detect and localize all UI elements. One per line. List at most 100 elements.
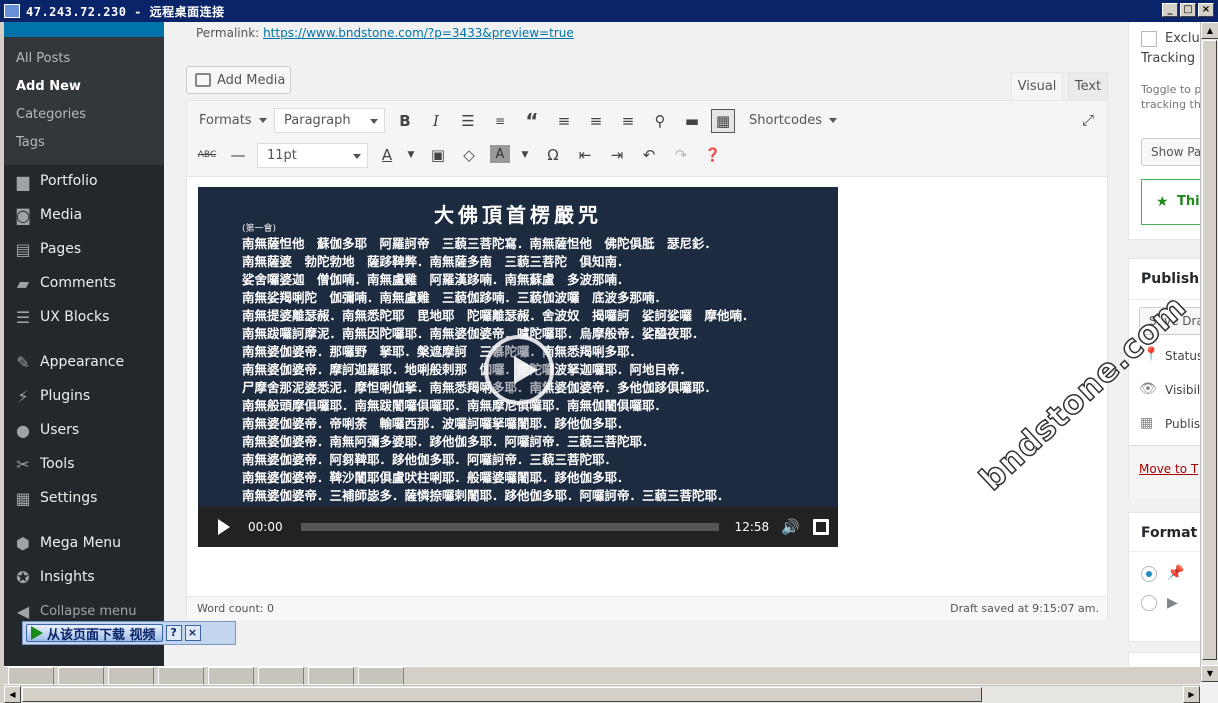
toggle-help-line1: Toggle to p <box>1141 83 1200 96</box>
sidebar-item-comments[interactable]: ▰ Comments <box>4 266 164 300</box>
sidebar-item-mega-menu[interactable]: ⬢ Mega Menu <box>4 526 164 560</box>
maximize-button[interactable]: □ <box>1180 3 1196 17</box>
taskbar-button[interactable] <box>108 667 154 685</box>
download-close-button[interactable]: × <box>184 625 201 641</box>
move-to-trash-link[interactable]: Move to T <box>1139 462 1198 476</box>
formats-dropdown[interactable]: Formats <box>199 113 267 128</box>
download-video-button[interactable]: 从该页面下载 视频 <box>26 624 163 643</box>
format-heading: Format <box>1141 525 1198 541</box>
play-button-icon[interactable] <box>218 519 230 535</box>
horizontal-scrollbar[interactable]: ◀ ▶ <box>4 685 1200 703</box>
link-icon[interactable]: ⚲ <box>648 109 672 133</box>
submenu-all-posts[interactable]: All Posts <box>16 51 70 66</box>
video-title: 大佛頂首楞嚴咒 <box>434 203 602 227</box>
plugins-icon: ⚡ <box>17 386 29 406</box>
vertical-scroll-thumb[interactable] <box>1202 40 1217 660</box>
undo-icon[interactable]: ↶ <box>637 143 661 167</box>
add-media-button[interactable]: Add Media <box>186 66 291 94</box>
notice-text: This <box>1177 194 1200 209</box>
minimize-button[interactable]: _ <box>1162 3 1178 17</box>
progress-track[interactable] <box>300 523 719 531</box>
submenu-tags[interactable]: Tags <box>16 135 45 150</box>
blockquote-icon[interactable]: “ <box>520 109 544 133</box>
sidebar-item-appearance[interactable]: ✎ Appearance <box>4 345 164 379</box>
taskbar-button[interactable] <box>358 667 404 685</box>
sidebar-item-tools[interactable]: ✂ Tools <box>4 447 164 481</box>
posts-menu-active[interactable] <box>4 22 164 37</box>
sidebar-item-label: UX Blocks <box>40 309 110 325</box>
scroll-right-arrow-icon[interactable]: ▶ <box>1183 686 1200 703</box>
editor-content[interactable]: 大佛頂首楞嚴咒 (第一會) 南無薩怛他 蘇伽多耶 阿羅訶帝 三藐三菩陀寫．南無薩… <box>187 177 1107 577</box>
fullscreen-video-icon[interactable] <box>813 519 830 535</box>
bold-icon[interactable]: B <box>393 109 417 133</box>
video-text-line: 南無薩怛他 蘇伽多耶 阿羅訶帝 三藐三菩陀寫．南無薩怛他 佛陀俱胝 瑟尼釤． <box>242 236 718 251</box>
sidebar-item-label: Users <box>40 422 80 438</box>
submenu-add-new[interactable]: Add New <box>16 79 81 94</box>
permalink-link[interactable]: https://www.bndstone.com/?p=3433&preview… <box>263 26 574 40</box>
sidebar-item-portfolio[interactable]: ▆ Portfolio <box>4 164 164 198</box>
strikethrough-icon[interactable]: ABC <box>195 143 219 167</box>
outdent-icon[interactable]: ⇤ <box>573 143 597 167</box>
status-label: Status <box>1165 349 1200 363</box>
background-color-icon[interactable]: A <box>490 145 510 163</box>
taskbar-button[interactable] <box>158 667 204 685</box>
scroll-up-arrow-icon[interactable]: ▲ <box>1201 22 1218 39</box>
video-text-line: 南無婆伽婆帝．南無阿彌多婆耶．跢他伽多耶．阿囉訶帝．三藐三菩陀耶． <box>242 434 655 449</box>
clear-formatting-icon[interactable]: ◇ <box>457 143 481 167</box>
taskbar-button[interactable] <box>258 667 304 685</box>
big-play-button[interactable] <box>484 335 554 405</box>
submenu-categories[interactable]: Categories <box>16 107 86 122</box>
text-color-caret-icon[interactable]: ▼ <box>399 143 423 167</box>
sidebar-item-insights[interactable]: ✪ Insights <box>4 560 164 594</box>
taskbar-button[interactable] <box>308 667 354 685</box>
taskbar-button[interactable] <box>58 667 104 685</box>
sidebar-item-plugins[interactable]: ⚡ Plugins <box>4 379 164 413</box>
scroll-left-arrow-icon[interactable]: ◀ <box>4 686 21 703</box>
toolbar-toggle-icon[interactable]: ▦ <box>711 109 735 133</box>
text-color-icon[interactable]: A <box>375 143 399 167</box>
horizontal-line-icon[interactable]: — <box>226 143 250 167</box>
format-standard-radio[interactable] <box>1141 566 1157 582</box>
scroll-down-arrow-icon[interactable]: ▼ <box>1201 665 1218 682</box>
embedded-video[interactable]: 大佛頂首楞嚴咒 (第一會) 南無薩怛他 蘇伽多耶 阿羅訶帝 三藐三菩陀寫．南無薩… <box>198 187 838 547</box>
editor-status-bar: Word count: 0 Draft saved at 9:15:07 am. <box>187 596 1107 620</box>
font-size-select[interactable]: 11pt <box>257 143 368 168</box>
taskbar-button[interactable] <box>8 667 54 685</box>
sidebar-item-settings[interactable]: ▦ Settings <box>4 481 164 515</box>
paragraph-select[interactable]: Paragraph <box>274 108 385 133</box>
special-character-icon[interactable]: Ω <box>541 143 565 167</box>
show-button[interactable]: Show Pa <box>1141 138 1200 166</box>
redo-icon[interactable]: ↷ <box>669 143 693 167</box>
paste-text-icon[interactable]: ▣ <box>426 143 450 167</box>
read-more-icon[interactable]: ▬ <box>680 109 704 133</box>
sidebar-item-media[interactable]: ◙ Media <box>4 198 164 232</box>
indent-icon[interactable]: ⇥ <box>605 143 629 167</box>
bullet-list-icon[interactable]: ☰ <box>456 109 480 133</box>
background-color-caret-icon[interactable]: ▼ <box>513 143 537 167</box>
toggle-help-line2: tracking th <box>1141 98 1200 111</box>
volume-icon[interactable]: 🔊 <box>781 518 800 536</box>
vertical-scrollbar[interactable]: ▲ ▼ <box>1200 22 1218 682</box>
sidebar-item-users[interactable]: ● Users <box>4 413 164 447</box>
help-icon[interactable]: ❓ <box>701 143 725 167</box>
italic-icon[interactable]: I <box>424 109 448 133</box>
download-help-button[interactable]: ? <box>165 625 182 641</box>
horizontal-scroll-thumb[interactable] <box>22 687 982 702</box>
align-right-icon[interactable]: ≡ <box>616 109 640 133</box>
sidebar-item-pages[interactable]: ▤ Pages <box>4 232 164 266</box>
tab-visual[interactable]: Visual <box>1011 72 1063 100</box>
tab-text[interactable]: Text <box>1068 72 1108 100</box>
align-left-icon[interactable]: ≡ <box>552 109 576 133</box>
sidebar-item-ux-blocks[interactable]: ☰ UX Blocks <box>4 300 164 334</box>
taskbar-button[interactable] <box>208 667 254 685</box>
format-video-radio[interactable] <box>1141 595 1157 611</box>
window-title: 47.243.72.230 - 远程桌面连接 <box>26 4 225 19</box>
close-window-button[interactable]: × <box>1198 3 1214 17</box>
pin-icon: 📌 <box>1167 565 1185 581</box>
posts-submenu: All Posts Add New Categories Tags <box>4 37 164 165</box>
numbered-list-icon[interactable]: ≡ <box>488 109 512 133</box>
shortcodes-dropdown[interactable]: Shortcodes <box>749 113 838 128</box>
fullscreen-icon[interactable]: ⤢ <box>1076 108 1100 132</box>
exclude-checkbox[interactable] <box>1141 31 1157 47</box>
align-center-icon[interactable]: ≡ <box>584 109 608 133</box>
